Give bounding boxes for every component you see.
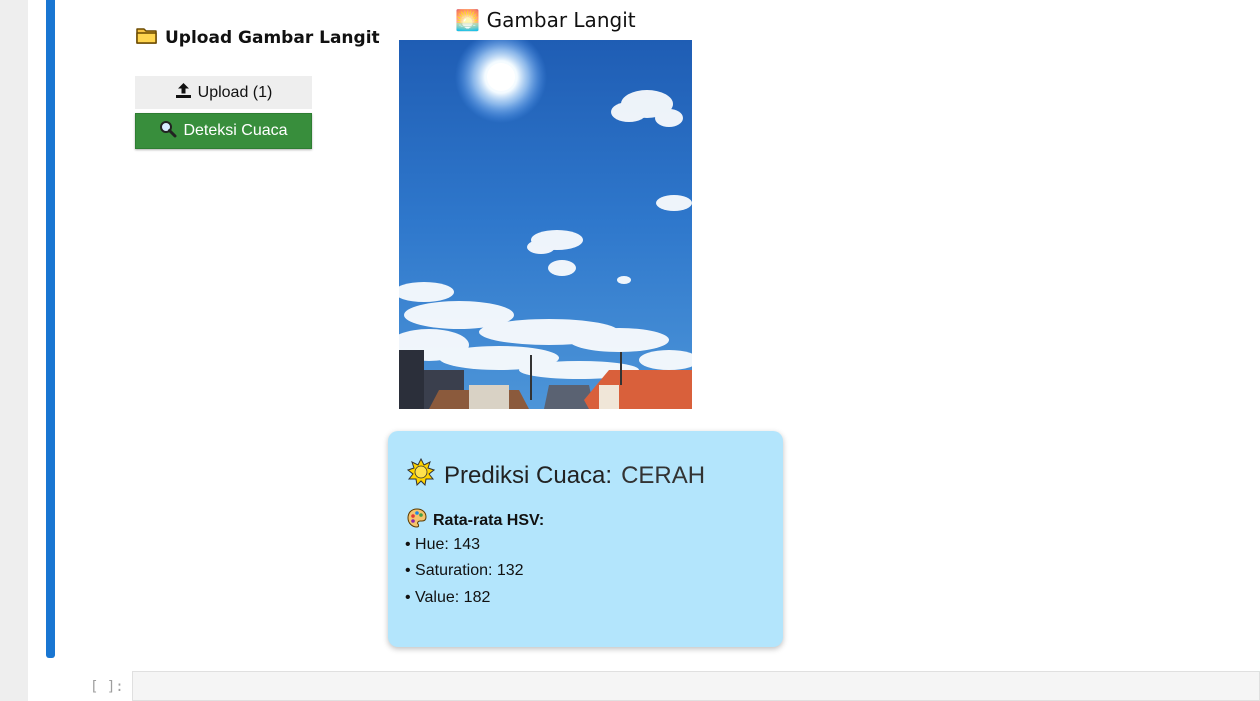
detect-weather-button[interactable]: Deteksi Cuaca: [135, 113, 312, 149]
sky-image: [399, 40, 692, 409]
prediction-value: CERAH: [621, 461, 706, 489]
magnifier-icon: [159, 120, 177, 143]
image-title: 🌅 Gambar Langit: [455, 8, 636, 32]
cell-prompt: [ ]:: [90, 679, 124, 695]
upload-heading-text: Upload Gambar Langit: [165, 27, 380, 48]
notebook-left-gutter: [0, 0, 28, 701]
upload-icon: [175, 82, 192, 103]
active-cell-indicator: [46, 0, 55, 658]
prediction-card: Prediksi Cuaca: CERAH Rata-rata HSV: • H…: [388, 431, 783, 647]
upload-button-label: Upload (1): [197, 83, 273, 101]
saturation-value: • Saturation: 132: [405, 562, 524, 579]
next-code-cell[interactable]: [132, 671, 1260, 701]
prediction-label: Prediksi Cuaca:: [444, 461, 613, 489]
upload-button[interactable]: Upload (1): [135, 76, 312, 109]
value-value: • Value: 182: [405, 589, 491, 606]
hsv-heading-text: Rata-rata HSV:: [433, 511, 545, 529]
detect-button-label: Deteksi Cuaca: [183, 122, 288, 139]
folder-icon: [136, 26, 158, 49]
hue-value: • Hue: 143: [405, 536, 480, 553]
sun-icon: [406, 457, 436, 493]
hsv-heading: Rata-rata HSV:: [407, 508, 544, 533]
prediction-line: Prediksi Cuaca: CERAH: [406, 457, 706, 493]
palette-icon: [407, 508, 427, 533]
upload-heading: Upload Gambar Langit: [136, 26, 380, 49]
